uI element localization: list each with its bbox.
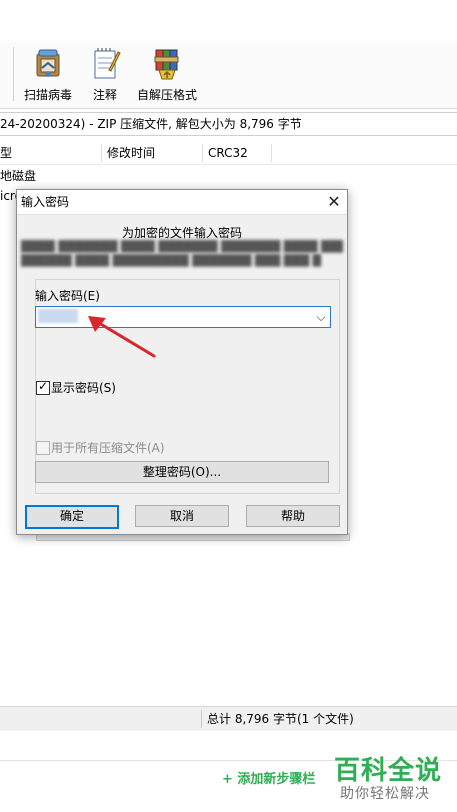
show-password-checkbox[interactable] [36, 379, 50, 395]
blurred-archive-name: ██████ ████ █████████ ███████ ███ ███ █ [21, 254, 322, 267]
virus-scan-icon [30, 46, 66, 82]
column-separator [101, 144, 102, 162]
list-item-type: 地磁盘 [0, 169, 37, 183]
blurred-archive-path: ████ ███████ ████ ███████ ███████ ████ █… [21, 240, 343, 253]
status-total-text: 总计 8,796 字节(1 个文件) [207, 712, 354, 726]
column-modified[interactable]: 修改时间 [107, 142, 155, 164]
toolbar-separator [13, 47, 14, 101]
archive-path-text: 24-20200324) - ZIP 压缩文件, 解包大小为 8,796 字节 [0, 117, 302, 131]
add-step-link[interactable]: + 添加新步骤栏 [222, 768, 315, 787]
list-item[interactable]: 地磁盘 [0, 166, 457, 186]
password-dialog: 输入密码 ✕ 为加密的文件输入密码 ████ ███████ ████ ████… [16, 189, 348, 535]
column-type[interactable]: 型 [0, 142, 12, 164]
sfx-button[interactable]: 自解压格式 [134, 44, 200, 106]
dialog-heading: 为加密的文件输入密码 [121, 226, 242, 240]
password-label: 输入密码(E) [35, 289, 100, 303]
password-value-redacted [38, 309, 78, 323]
file-list-header: 型 修改时间 CRC32 [0, 142, 457, 165]
use-for-all-label[interactable]: 用于所有压缩文件(A) [51, 439, 165, 456]
show-password-label[interactable]: 显示密码(S) [51, 379, 116, 396]
archive-path-bar: 24-20200324) - ZIP 压缩文件, 解包大小为 8,796 字节 [0, 112, 457, 136]
comment-button[interactable]: 注释 [72, 44, 138, 106]
comment-label: 注释 [92, 88, 117, 102]
column-crc32[interactable]: CRC32 [208, 142, 248, 164]
organize-passwords-button[interactable]: 整理密码(O)... [35, 461, 329, 483]
help-button[interactable]: 帮助 [246, 505, 340, 527]
use-for-all-checkbox[interactable] [36, 441, 50, 455]
chevron-down-icon[interactable]: ⌵ [312, 307, 330, 327]
status-bar: 总计 8,796 字节(1 个文件) [0, 706, 457, 731]
top-strip [0, 0, 457, 43]
sfx-label: 自解压格式 [136, 88, 197, 102]
status-separator [201, 710, 202, 728]
annotation-arrow-icon [88, 316, 156, 358]
column-separator [271, 144, 272, 162]
comment-notepad-icon [87, 46, 123, 82]
close-icon[interactable]: ✕ [323, 192, 345, 212]
cancel-button[interactable]: 取消 [135, 505, 229, 527]
column-separator [202, 144, 203, 162]
dialog-title: 输入密码 [21, 195, 70, 209]
sfx-archive-icon [149, 46, 185, 82]
dialog-titlebar[interactable]: 输入密码 ✕ [17, 190, 347, 215]
watermark-brand: 百科全说 [334, 756, 443, 786]
ok-button[interactable]: 确定 [25, 505, 119, 529]
watermark-slogan: 助你轻松解决 [340, 786, 430, 802]
